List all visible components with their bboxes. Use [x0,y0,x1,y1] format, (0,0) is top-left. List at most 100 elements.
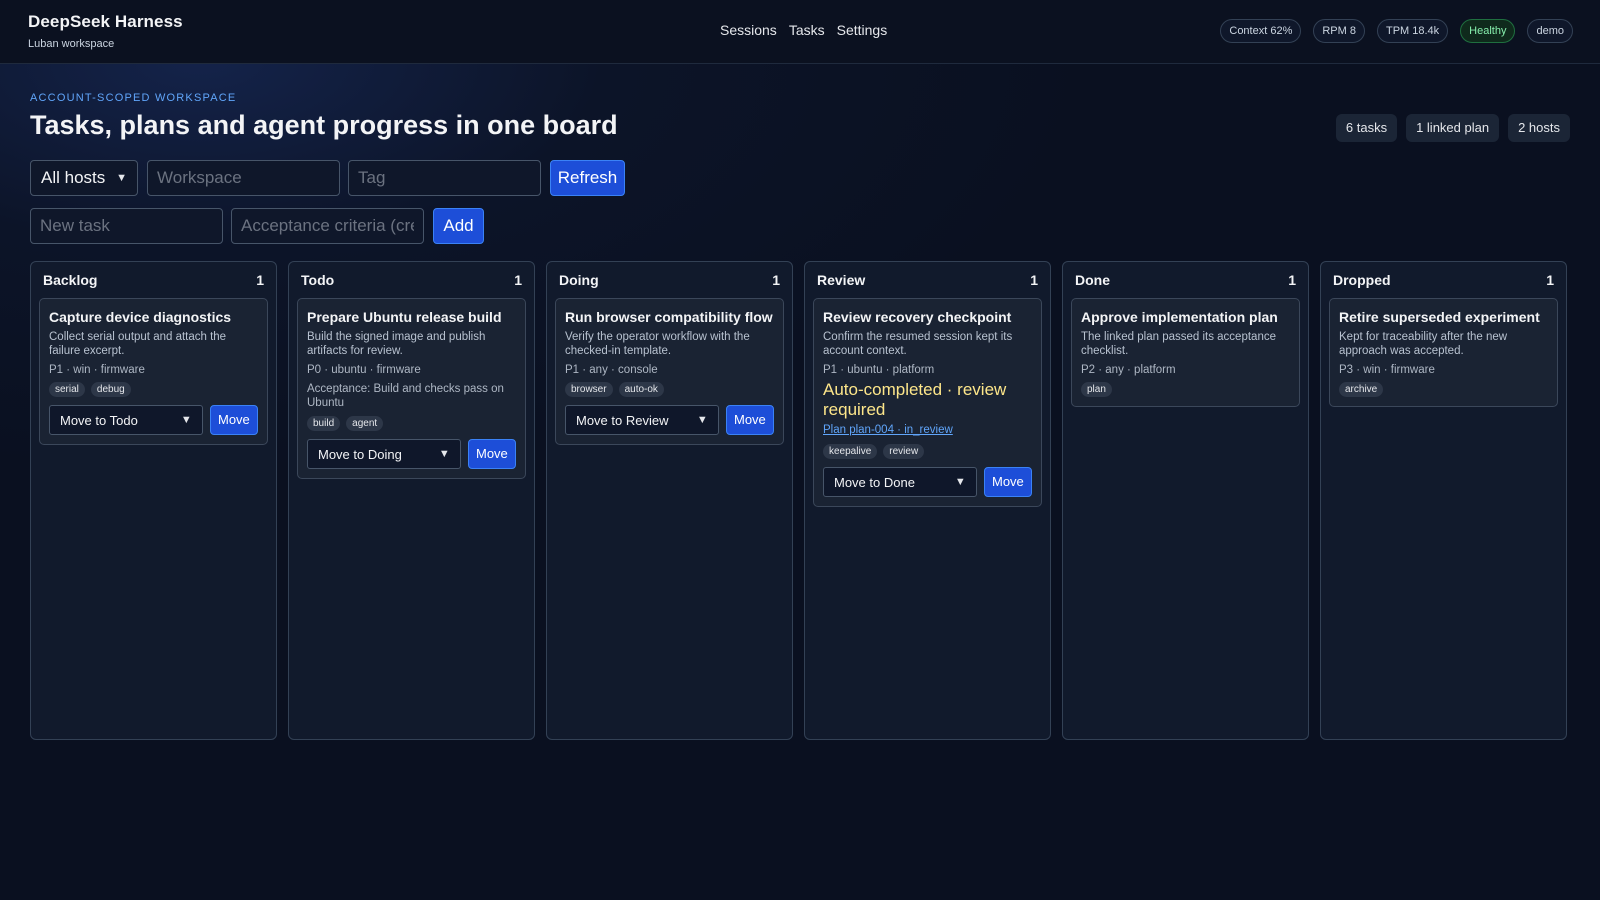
task-meta: P3 · win · firmware [1339,364,1435,376]
task-title: Capture device diagnostics [49,309,232,325]
task-card[interactable]: Retire superseded experiment Kept for tr… [1329,298,1558,407]
column-name: Review [817,272,866,288]
task-title: Retire superseded experiment [1339,309,1540,325]
task-tags: keepalive review [823,444,1032,459]
account-badge[interactable]: demo [1527,19,1573,43]
task-description: Verify the operator workflow with the ch… [565,331,750,357]
task-meta: P2 · any · platform [1081,364,1176,376]
host-select[interactable]: All hosts ▼ [30,160,138,196]
rpm-badge: RPM 8 [1313,19,1365,43]
move-target-select[interactable]: Move to Todo ▼ [49,405,203,435]
board-stats: 6 tasks 1 linked plan 2 hosts [1335,114,1570,142]
task-card[interactable]: Prepare Ubuntu release build Build the s… [297,298,526,479]
move-target-select[interactable]: Move to Doing ▼ [307,439,461,469]
top-bar: DeepSeek Harness Luban workspace Session… [0,0,1600,64]
column-count: 1 [1546,272,1554,288]
task-tags: serial debug [49,382,258,397]
tag-badge: agent [346,416,384,431]
linked-plan-link[interactable]: Plan plan-004 · in_review [823,424,953,436]
task-tags: archive [1339,382,1548,397]
refresh-button[interactable]: Refresh [550,160,625,196]
task-description: Confirm the resumed session kept its acc… [823,331,1013,357]
move-target-select[interactable]: Move to Review ▼ [565,405,719,435]
move-button[interactable]: Move [983,467,1032,497]
task-actions: Move to Done ▼ Move [823,467,1032,497]
move-target-select[interactable]: Move to Done ▼ [823,467,977,497]
tag-badge: plan [1081,382,1112,397]
workspace-input[interactable] [147,160,340,196]
chevron-down-icon: ▼ [116,172,127,184]
chevron-down-icon: ▼ [954,476,966,488]
column-doing: Doing 1 Run browser compatibility flow V… [546,261,793,740]
tpm-badge: TPM 18.4k [1376,19,1449,43]
brand: DeepSeek Harness Luban workspace [28,12,183,50]
main-nav: Sessions Tasks Settings [720,22,887,38]
column-header: Doing 1 [555,262,784,298]
task-description: Build the signed image and publish artif… [307,331,486,357]
nav-settings[interactable]: Settings [837,22,888,38]
tag-badge: build [307,416,341,431]
move-target-value: Move to Done [834,474,915,490]
column-done: Done 1 Approve implementation plan The l… [1062,261,1309,740]
tag-badge: debug [90,382,131,397]
column-header: Done 1 [1071,262,1300,298]
move-target-value: Move to Review [576,412,669,428]
column-count: 1 [1030,272,1038,288]
tag-badge: review [883,444,925,459]
task-title: Review recovery checkpoint [823,309,1012,325]
chevron-down-icon: ▼ [180,414,192,426]
status-pills: Context 62% RPM 8 TPM 18.4k Healthy demo [1220,19,1573,43]
plan-count-stat: 1 linked plan [1406,114,1500,142]
new-task-input[interactable] [30,208,223,244]
add-task-button[interactable]: Add [433,208,484,244]
move-target-value: Move to Todo [60,412,138,428]
move-button[interactable]: Move [725,405,774,435]
move-target-value: Move to Doing [318,446,402,462]
host-count-stat: 2 hosts [1508,114,1570,142]
tag-input[interactable] [348,160,541,196]
context-badge: Context 62% [1220,19,1302,43]
health-badge: Healthy [1460,19,1516,43]
nav-tasks[interactable]: Tasks [789,22,825,38]
app-title: DeepSeek Harness [28,12,183,31]
column-dropped: Dropped 1 Retire superseded experiment K… [1320,261,1567,740]
column-header: Todo 1 [297,262,526,298]
task-meta: P1 · ubuntu · platform [823,364,935,376]
column-backlog: Backlog 1 Capture device diagnostics Col… [30,261,277,740]
column-todo: Todo 1 Prepare Ubuntu release build Buil… [288,261,535,740]
workspace-name: Luban workspace [28,38,115,50]
column-review: Review 1 Review recovery checkpoint Conf… [804,261,1051,740]
move-button[interactable]: Move [209,405,258,435]
column-count: 1 [256,272,264,288]
acceptance-criteria: Acceptance: Build and checks pass on Ubu… [307,383,504,409]
column-count: 1 [514,272,522,288]
task-actions: Move to Todo ▼ Move [49,405,258,435]
column-name: Dropped [1333,272,1391,288]
chevron-down-icon: ▼ [696,414,708,426]
task-meta: P1 · any · console [565,364,658,376]
task-card[interactable]: Run browser compatibility flow Verify th… [555,298,784,445]
kanban-board: Backlog 1 Capture device diagnostics Col… [30,261,1567,740]
task-card[interactable]: Capture device diagnostics Collect seria… [39,298,268,445]
move-button[interactable]: Move [467,439,516,469]
tag-badge: serial [49,382,85,397]
eyebrow-label: ACCOUNT-SCOPED WORKSPACE [30,92,237,104]
task-title: Approve implementation plan [1081,309,1278,325]
task-tags: plan [1081,382,1290,397]
task-tags: browser auto-ok [565,382,774,397]
column-header: Backlog 1 [39,262,268,298]
nav-sessions[interactable]: Sessions [720,22,777,38]
column-name: Doing [559,272,599,288]
task-card[interactable]: Review recovery checkpoint Confirm the r… [813,298,1042,507]
task-card[interactable]: Approve implementation plan The linked p… [1071,298,1300,407]
page-title: Tasks, plans and agent progress in one b… [30,110,618,140]
tag-badge: keepalive [823,444,878,459]
acceptance-criteria-input[interactable] [231,208,424,244]
task-meta: P1 · win · firmware [49,364,145,376]
task-description: The linked plan passed its acceptance ch… [1081,331,1276,357]
column-header: Review 1 [813,262,1042,298]
column-name: Todo [301,272,335,288]
task-actions: Move to Doing ▼ Move [307,439,516,469]
tag-badge: auto-ok [618,382,664,397]
task-title: Run browser compatibility flow [565,309,773,325]
